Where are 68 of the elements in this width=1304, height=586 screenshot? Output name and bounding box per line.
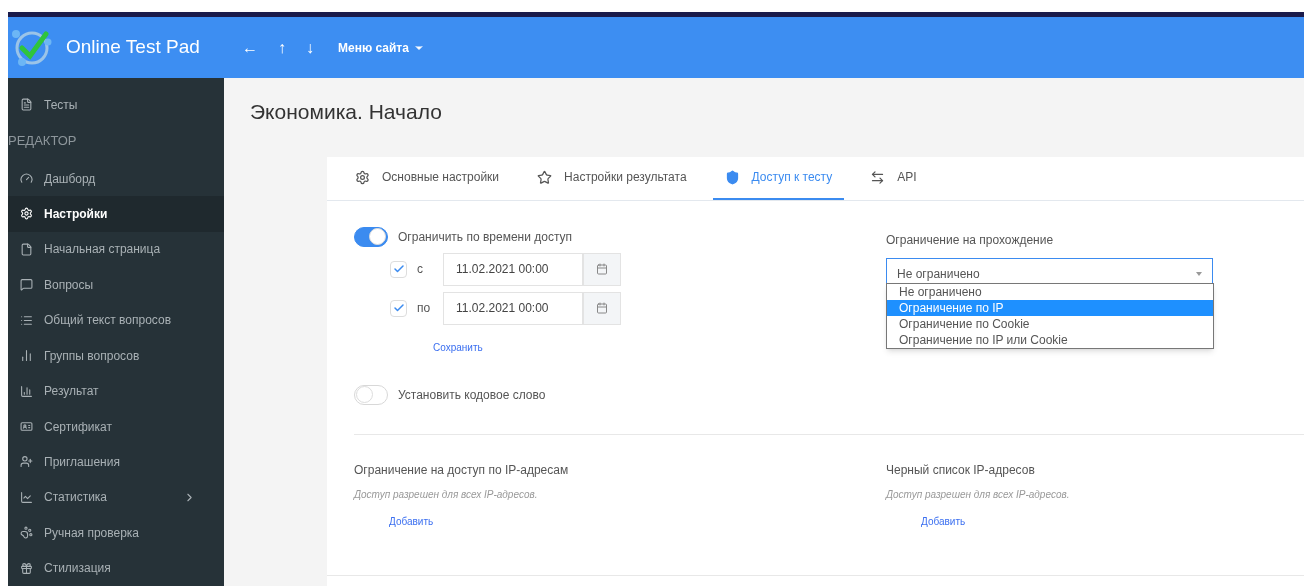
dropdown-option[interactable]: Ограничение по IP	[887, 299, 1213, 316]
chart-icon	[19, 490, 33, 504]
star-icon	[537, 169, 553, 185]
checkbox-label: по	[416, 300, 432, 317]
section-title: Ограничение на доступ по IP-адресам	[354, 461, 570, 479]
nav-arrow-button[interactable]: ↓	[306, 35, 314, 60]
sidebar-item[interactable]: Настройки	[8, 196, 224, 232]
brand-name[interactable]: Online Test Pad	[66, 33, 236, 62]
sidebar-item[interactable]: Начальная страница	[8, 231, 224, 268]
sidebar-item[interactable]: Общий текст вопросов	[8, 302, 224, 338]
section-title: Черный список IP-адресов	[886, 461, 1036, 479]
calendar-icon	[596, 263, 608, 275]
nav-arrow-button[interactable]: ↑	[278, 35, 286, 60]
checkbox-label: с	[416, 261, 424, 278]
dropdown-option[interactable]: Ограничение по IP или Cookie	[887, 331, 1213, 348]
sidebar-item[interactable]: Дашборд	[8, 160, 224, 197]
document-icon	[19, 98, 33, 112]
sidebar-section-label: РЕДАКТОР	[8, 132, 78, 151]
add-link[interactable]: Добавить	[921, 513, 1304, 529]
calendar-button[interactable]	[583, 291, 621, 325]
sidebar-item[interactable]: Группы вопросов	[8, 337, 224, 374]
bar-chart-icon	[19, 349, 33, 363]
sidebar-item[interactable]: Приглашения	[8, 444, 224, 480]
calendar-icon	[596, 302, 608, 314]
list-icon	[19, 313, 33, 327]
site-menu-button[interactable]: Меню сайта	[338, 38, 425, 57]
card-icon	[19, 420, 33, 433]
check-icon	[392, 263, 405, 275]
check-icon	[392, 302, 405, 314]
section-note: Доступ разрешен для всех IP-адресов.	[354, 487, 539, 502]
tab[interactable]: API	[858, 156, 929, 200]
dropdown-option[interactable]: Ограничение по Cookie	[887, 315, 1213, 332]
paw-icon	[19, 526, 33, 540]
toggle-label: Установить кодовое слово	[398, 386, 546, 404]
sidebar-item[interactable]: Ручная проверка	[8, 515, 224, 551]
swap-icon	[870, 169, 886, 185]
sidebar-item[interactable]: Результат	[8, 373, 224, 409]
user-add-icon	[19, 455, 33, 469]
bar-chart-icon	[19, 384, 33, 398]
field-label: Ограничение на прохождение	[886, 231, 1055, 249]
shield-icon	[724, 169, 740, 185]
tab[interactable]: Настройки результата	[525, 156, 699, 200]
nav-arrow-button[interactable]: ←	[242, 35, 258, 60]
page-title: Экономика. Начало	[250, 99, 443, 125]
chat-icon	[19, 278, 33, 292]
gear-icon	[355, 169, 370, 185]
toggle-switch[interactable]	[354, 226, 388, 247]
tab[interactable]: Доступ к тесту	[712, 156, 845, 200]
sidebar-item[interactable]: Стилизация	[8, 550, 224, 586]
sidebar-item[interactable]: Статистика	[8, 479, 224, 516]
calendar-button[interactable]	[583, 252, 621, 286]
add-link[interactable]: Добавить	[389, 513, 886, 529]
gauge-icon	[19, 172, 33, 186]
sidebar-item[interactable]: Вопросы	[8, 267, 224, 303]
toggle-label: Ограничить по времени доступ	[398, 228, 573, 246]
checkbox[interactable]	[390, 260, 407, 278]
date-field[interactable]: 11.02.2021 00:00	[443, 252, 583, 286]
sidebar-item[interactable]: Сертификат	[8, 408, 224, 445]
date-field[interactable]: 11.02.2021 00:00	[443, 291, 583, 325]
gear-icon	[19, 207, 33, 221]
sidebar-item[interactable]: Тесты	[8, 89, 224, 121]
caret-icon	[1196, 271, 1202, 276]
tab[interactable]: Основные настройки	[343, 156, 512, 200]
file-icon	[19, 242, 33, 256]
checkbox[interactable]	[390, 299, 407, 317]
gift-icon	[19, 561, 33, 575]
save-link[interactable]: Сохранить	[433, 339, 886, 355]
section-note: Доступ разрешен для всех IP-адресов.	[886, 487, 1071, 502]
